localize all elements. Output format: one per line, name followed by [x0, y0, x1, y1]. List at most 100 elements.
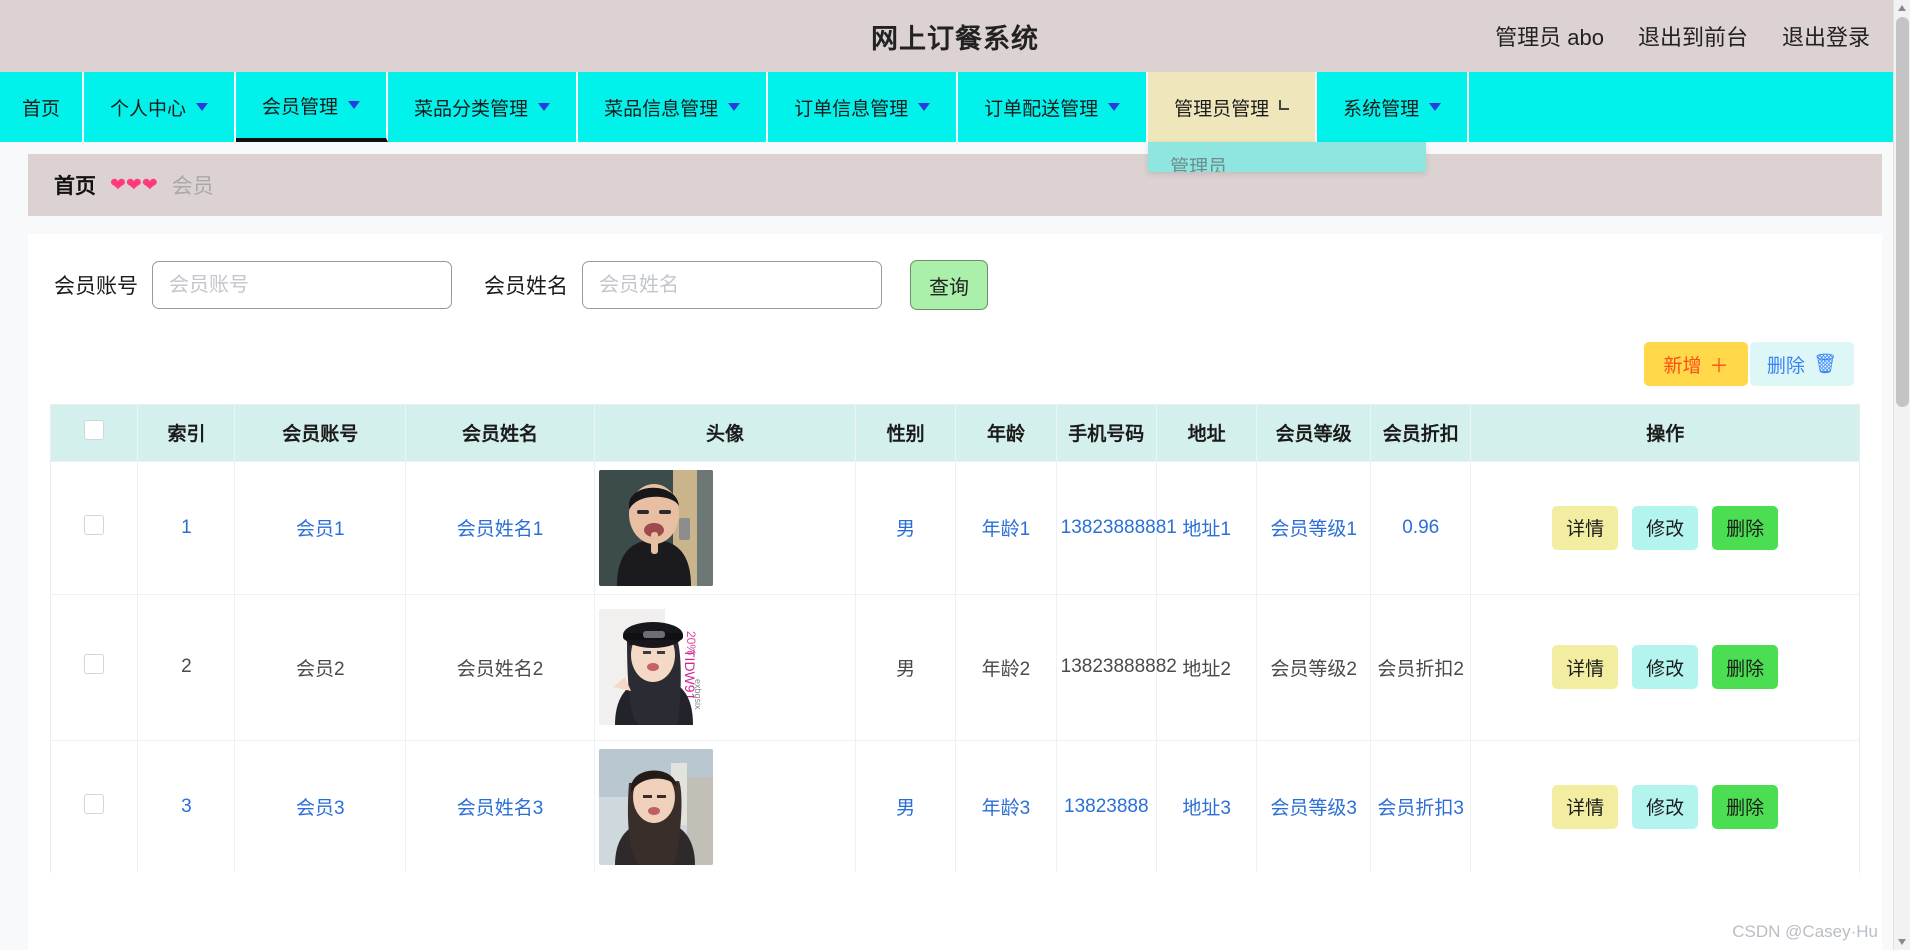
members-table-body: 1 会员1 会员姓名1 男 年龄1 13823888881 地址1 会员等级1 …	[51, 460, 1859, 873]
column-header-index: 索引	[137, 405, 236, 461]
query-button[interactable]: 查询	[910, 260, 988, 310]
row-select-cell	[51, 739, 139, 873]
nav-item-order-info-management[interactable]: 订单信息管理	[768, 72, 959, 142]
cell-name: 会员姓名1	[405, 460, 596, 594]
page-container: 首页 ❤❤❤ 会员 会员账号 会员姓名 查询 新增 ＋ 删除 🗑	[0, 154, 1910, 950]
members-table: 索引 会员账号 会员姓名 头像 性别 年龄 手机号码 地址 会员等级 会员折扣 …	[51, 405, 1859, 873]
avatar-photo-2[interactable]: 20% TIDW91 exbqsix cellso	[599, 609, 714, 725]
delete-button-label: 删除	[1766, 355, 1805, 377]
dropdown-item-admin[interactable]: 管理员	[1148, 142, 1426, 172]
member-name-input[interactable]	[582, 261, 882, 309]
nav-item-label: 订单配送管理	[984, 98, 1099, 120]
chevron-down-icon	[918, 103, 931, 111]
breadcrumb: 首页 ❤❤❤ 会员	[28, 154, 1882, 216]
delete-row-button[interactable]: 删除	[1712, 505, 1779, 550]
nav-item-home[interactable]: 首页	[0, 72, 85, 142]
detail-button[interactable]: 详情	[1552, 505, 1619, 550]
cell-discount: 会员折扣3	[1370, 739, 1472, 873]
cell-level: 会员等级2	[1256, 593, 1372, 740]
cell-phone: 13823888881	[1056, 460, 1177, 594]
chevron-down-icon	[1108, 103, 1121, 111]
column-header-address: 地址	[1156, 405, 1258, 461]
logout-link[interactable]: 退出登录	[1782, 20, 1870, 52]
nav-item-label: 会员管理	[262, 96, 339, 118]
column-header-operations: 操作	[1470, 405, 1859, 461]
column-header-name: 会员姓名	[405, 405, 596, 461]
scrollbar-thumb[interactable]	[1896, 17, 1909, 407]
cell-avatar	[594, 739, 856, 873]
column-header-age: 年龄	[955, 405, 1057, 461]
row-action-group: 详情 修改 删除	[1475, 784, 1855, 829]
cell-age: 年龄1	[955, 460, 1057, 594]
admin-management-dropdown: 管理员	[1148, 142, 1427, 172]
delete-row-button[interactable]: 删除	[1712, 784, 1779, 829]
cell-account: 会员2	[234, 593, 407, 740]
select-all-checkbox[interactable]	[84, 419, 105, 440]
chevron-down-icon	[538, 103, 551, 111]
column-header-discount: 会员折扣	[1370, 405, 1472, 461]
cell-address: 地址3	[1156, 739, 1258, 873]
cell-index: 3	[137, 739, 236, 873]
column-header-level: 会员等级	[1256, 405, 1372, 461]
main-navbar: 首页 个人中心 会员管理 菜品分类管理 菜品信息管理 订单信息管理 订单配送管理…	[0, 72, 1910, 172]
column-header-gender: 性别	[855, 405, 957, 461]
cell-operations: 详情 修改 删除	[1470, 739, 1859, 873]
table-row[interactable]: 1 会员1 会员姓名1 男 年龄1 13823888881 地址1 会员等级1 …	[51, 460, 1859, 594]
row-select-cell	[51, 593, 139, 740]
member-name-label: 会员姓名	[484, 275, 568, 298]
chevron-up-icon	[1279, 100, 1290, 110]
row-checkbox[interactable]	[84, 793, 105, 814]
cell-gender: 男	[855, 460, 957, 594]
nav-item-dish-category-management[interactable]: 菜品分类管理	[388, 72, 579, 142]
nav-item-admin-management[interactable]: 管理员管理 管理员	[1148, 72, 1427, 172]
app-header: 网上订餐系统 管理员 abo 退出到前台 退出登录	[0, 0, 1910, 72]
add-button[interactable]: 新增 ＋	[1644, 342, 1748, 386]
scroll-down-arrow-icon[interactable]	[1894, 933, 1910, 950]
nav-item-label: 菜品信息管理	[604, 98, 719, 120]
nav-item-order-delivery-management[interactable]: 订单配送管理	[958, 72, 1149, 142]
plus-icon: ＋	[1709, 355, 1729, 377]
detail-button[interactable]: 详情	[1552, 784, 1619, 829]
edit-button[interactable]: 修改	[1632, 645, 1699, 689]
member-account-input[interactable]	[152, 261, 452, 309]
cell-avatar	[594, 460, 856, 594]
avatar-photo-3[interactable]	[599, 748, 714, 865]
exit-to-frontend-link[interactable]: 退出到前台	[1638, 20, 1748, 52]
nav-item-member-management[interactable]: 会员管理	[236, 72, 389, 142]
cell-operations: 详情 修改 删除	[1470, 593, 1859, 740]
row-checkbox[interactable]	[84, 514, 105, 535]
row-action-group: 详情 修改 删除	[1475, 645, 1855, 689]
members-table-head: 索引 会员账号 会员姓名 头像 性别 年龄 手机号码 地址 会员等级 会员折扣 …	[51, 405, 1859, 461]
nav-item-personal-center[interactable]: 个人中心	[84, 72, 237, 142]
row-checkbox[interactable]	[84, 654, 105, 674]
avatar-photo-1[interactable]	[599, 469, 714, 586]
column-header-phone: 手机号码	[1056, 405, 1157, 461]
nav-item-label: 个人中心	[110, 98, 187, 120]
select-all-header	[51, 405, 139, 461]
cell-name: 会员姓名2	[405, 593, 596, 740]
heart-separator-icon: ❤❤❤	[110, 174, 158, 196]
page-scrollbar[interactable]	[1893, 0, 1910, 950]
nav-item-label: 订单信息管理	[794, 98, 909, 120]
cell-phone: 13823888	[1056, 739, 1157, 873]
delete-row-button[interactable]: 删除	[1712, 645, 1779, 689]
nav-item-system-management[interactable]: 系统管理	[1317, 72, 1470, 142]
scroll-up-arrow-icon[interactable]	[1894, 0, 1910, 17]
delete-selected-button[interactable]: 删除 🗑	[1750, 342, 1854, 386]
table-row[interactable]: 2 会员2 会员姓名2 20% TIDW91 exbqsix cellso	[51, 593, 1859, 740]
cell-operations: 详情 修改 删除	[1470, 460, 1859, 594]
edit-button[interactable]: 修改	[1632, 784, 1699, 829]
row-action-group: 详情 修改 删除	[1475, 505, 1855, 550]
table-row[interactable]: 3 会员3 会员姓名3 男 年龄3 13823888 地址3 会员等级3 会员折…	[51, 739, 1859, 873]
members-table-wrapper: 索引 会员账号 会员姓名 头像 性别 年龄 手机号码 地址 会员等级 会员折扣 …	[50, 404, 1860, 873]
detail-button[interactable]: 详情	[1552, 645, 1619, 689]
cell-account: 会员3	[234, 739, 407, 873]
cell-age: 年龄2	[955, 593, 1057, 740]
add-button-label: 新增	[1663, 355, 1702, 377]
cell-account: 会员1	[234, 460, 407, 594]
edit-button[interactable]: 修改	[1632, 505, 1699, 550]
cell-index: 2	[137, 593, 236, 740]
breadcrumb-home[interactable]: 首页	[54, 170, 96, 200]
cell-avatar: 20% TIDW91 exbqsix cellso	[594, 593, 856, 740]
nav-item-dish-info-management[interactable]: 菜品信息管理	[578, 72, 769, 142]
